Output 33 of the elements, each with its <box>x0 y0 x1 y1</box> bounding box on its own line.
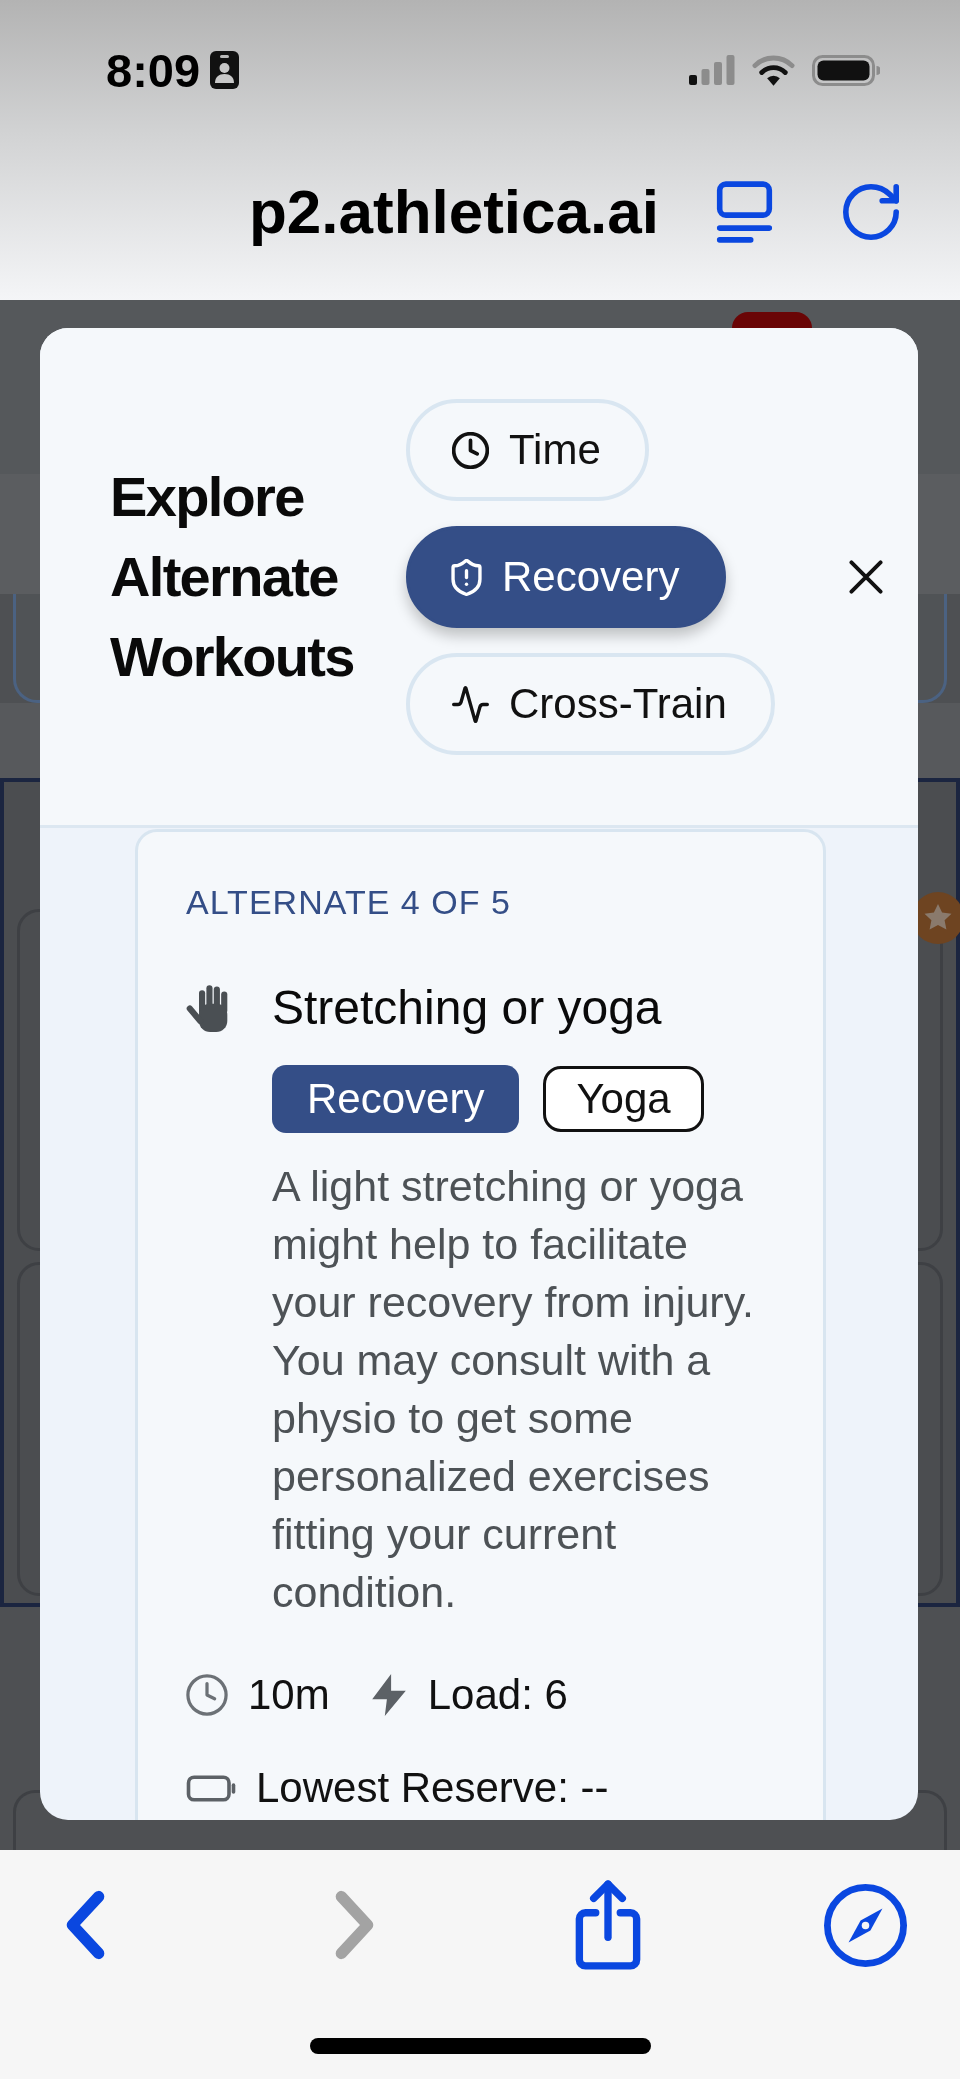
modal-title: Explore Alternate Workouts <box>110 464 355 690</box>
chevron-left-icon <box>64 1890 107 1960</box>
shield-alert-icon <box>451 558 482 596</box>
signal-icon <box>689 55 735 85</box>
contact-card-icon <box>210 51 240 89</box>
wifi-icon <box>752 54 795 86</box>
workout-description: A light stretching or yoga might help to facilitate your recovery from injury. You may consult with a physio to get some personalized exercises fitting your current condition. <box>272 1161 755 1618</box>
page-format-icon <box>716 181 773 243</box>
battery-status-icon <box>812 54 880 86</box>
alternate-counter: ALTERNATE 4 OF 5 <box>186 882 512 922</box>
category-tag: Yoga <box>543 1066 704 1132</box>
category-tag: Recovery <box>272 1065 520 1133</box>
status-time: 8:09 <box>106 46 201 94</box>
close-icon <box>849 560 883 594</box>
filter-tab[interactable]: Cross-Train <box>406 653 775 755</box>
battery-icon <box>186 1774 236 1802</box>
pulse-icon <box>452 685 489 723</box>
reload-icon <box>843 182 899 242</box>
workout-title: Stretching or yoga <box>272 980 662 1036</box>
clock-icon <box>186 1674 228 1716</box>
chevron-right-icon <box>333 1890 376 1960</box>
reload-button[interactable] <box>843 182 899 242</box>
page-format-button[interactable] <box>716 181 773 243</box>
back-button[interactable] <box>64 1890 107 1960</box>
reserve-text: Lowest Reserve: -- <box>256 1767 609 1809</box>
filter-tab[interactable]: Recovery <box>406 526 727 628</box>
compass-icon <box>824 1883 907 1967</box>
clock-icon <box>452 431 489 469</box>
compass-button[interactable] <box>824 1883 907 1967</box>
load-text: Load: 6 <box>427 1674 568 1716</box>
duration-text: 10m <box>248 1674 330 1716</box>
hand-icon <box>186 984 228 1032</box>
filter-tab[interactable]: Time <box>406 399 649 501</box>
